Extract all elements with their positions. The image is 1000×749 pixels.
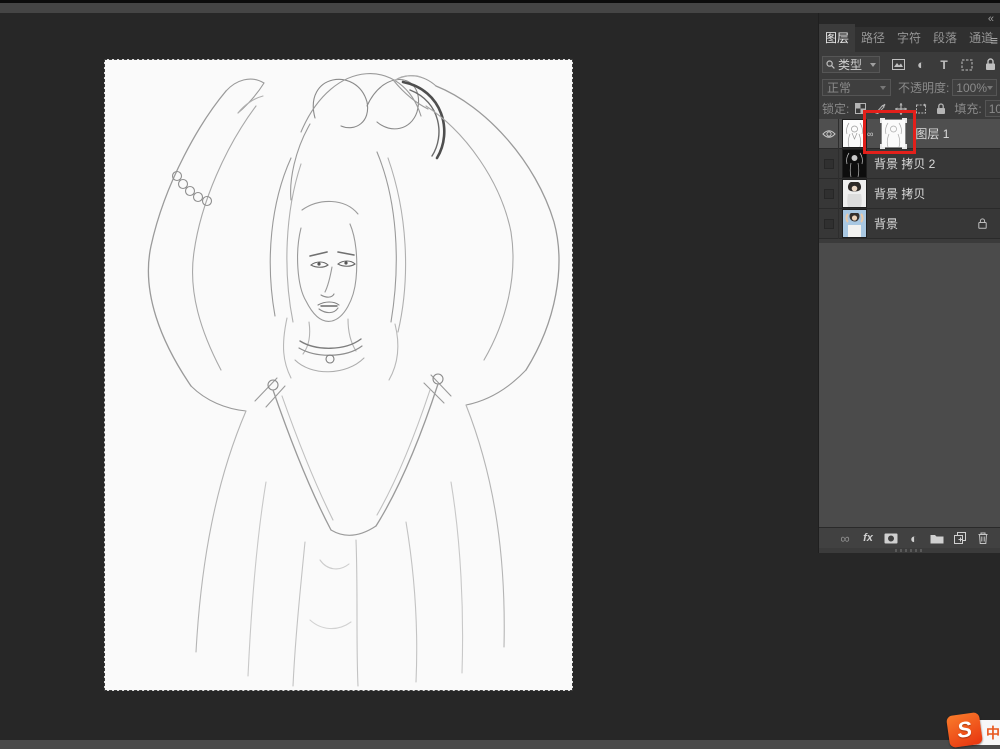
filter-type-dropdown[interactable]: 类型: [822, 56, 880, 73]
layer-name[interactable]: 背景 拷贝 2: [874, 155, 935, 172]
background-lock-icon: [978, 218, 987, 232]
lock-label: 锁定:: [822, 100, 849, 117]
layers-panel-footer: ∞ fx ◐: [819, 527, 1000, 548]
bg-copy2-thumbnail[interactable]: [843, 150, 866, 177]
lock-artboard-icon[interactable]: [914, 102, 927, 115]
filter-adjustment-layers-icon[interactable]: ◐: [914, 58, 928, 72]
new-adjustment-layer-icon[interactable]: ◐: [907, 531, 921, 545]
visibility-toggle[interactable]: [819, 209, 839, 239]
panel-tab-bar: 图层 路径 字符 段落 通道: [819, 27, 1000, 52]
panel-resize-grip[interactable]: [895, 549, 925, 552]
taskbar-edge: [0, 740, 1000, 749]
layer-style-fx-icon[interactable]: fx: [861, 531, 875, 545]
window-top-bar: [0, 3, 1000, 13]
filter-shape-layers-icon[interactable]: [960, 58, 974, 72]
opacity-input[interactable]: 100%: [952, 79, 997, 96]
red-highlight-annotation: [863, 110, 916, 154]
layer-filter-row: 类型 ◐ T: [819, 52, 1000, 77]
blend-mode-row: 正常 不透明度: 100%: [819, 77, 1000, 98]
pencil-sketch-image: [105, 60, 572, 690]
chevron-down-icon: [880, 86, 886, 90]
panel-menu-icon[interactable]: ≡: [990, 33, 998, 48]
tab-character[interactable]: 字符: [891, 24, 927, 52]
filter-type-label: 类型: [838, 56, 862, 73]
search-icon: [826, 60, 835, 69]
filter-type-layers-icon[interactable]: T: [937, 58, 951, 72]
layers-panel: « 图层 路径 字符 段落 通道 ≡ 类型 ◐ T: [818, 13, 1000, 553]
new-layer-icon[interactable]: [953, 531, 967, 545]
hidden-eye-box: [824, 189, 834, 199]
ime-chinese-mode[interactable]: 中: [986, 723, 1000, 743]
filter-pixel-layers-icon[interactable]: [891, 58, 905, 72]
visibility-toggle[interactable]: [819, 119, 839, 149]
opacity-value: 100%: [956, 81, 987, 95]
visibility-toggle[interactable]: [819, 149, 839, 179]
tab-layers[interactable]: 图层: [819, 24, 855, 52]
blend-mode-value: 正常: [827, 79, 851, 96]
document-canvas[interactable]: [105, 60, 572, 690]
hidden-eye-box: [824, 159, 834, 169]
eye-icon: [822, 129, 836, 139]
lock-all-icon[interactable]: [934, 102, 947, 115]
filter-smart-objects-icon[interactable]: [983, 58, 997, 72]
opacity-label: 不透明度:: [898, 79, 949, 96]
fill-input[interactable]: 100%: [985, 100, 1000, 117]
chevron-down-icon: [987, 86, 993, 90]
fill-value: 100%: [989, 102, 1000, 116]
delete-layer-trash-icon[interactable]: [976, 531, 990, 545]
blend-mode-select[interactable]: 正常: [822, 79, 891, 96]
sogou-logo: S: [946, 712, 983, 748]
layer-row-background[interactable]: 背景: [819, 209, 1000, 239]
background-thumbnail[interactable]: [843, 210, 866, 237]
layer-name[interactable]: 背景: [874, 215, 898, 232]
chevron-down-icon: [870, 63, 876, 67]
add-layer-mask-icon[interactable]: [884, 531, 898, 545]
layer-name[interactable]: 图层 1: [915, 125, 949, 142]
new-group-folder-icon[interactable]: [930, 531, 944, 545]
fill-label: 填充:: [954, 100, 981, 117]
layer-name[interactable]: 背景 拷贝: [874, 185, 925, 202]
link-layers-icon[interactable]: ∞: [838, 531, 852, 545]
visibility-toggle[interactable]: [819, 179, 839, 209]
tab-paragraph[interactable]: 段落: [927, 24, 963, 52]
bg-copy-thumbnail[interactable]: [843, 180, 866, 207]
hidden-eye-box: [824, 219, 834, 229]
sogou-s-letter: S: [955, 716, 973, 744]
layer-row-bg-copy[interactable]: 背景 拷贝: [819, 179, 1000, 209]
tab-paths[interactable]: 路径: [855, 24, 891, 52]
layer-list-empty-area: [819, 243, 1000, 527]
